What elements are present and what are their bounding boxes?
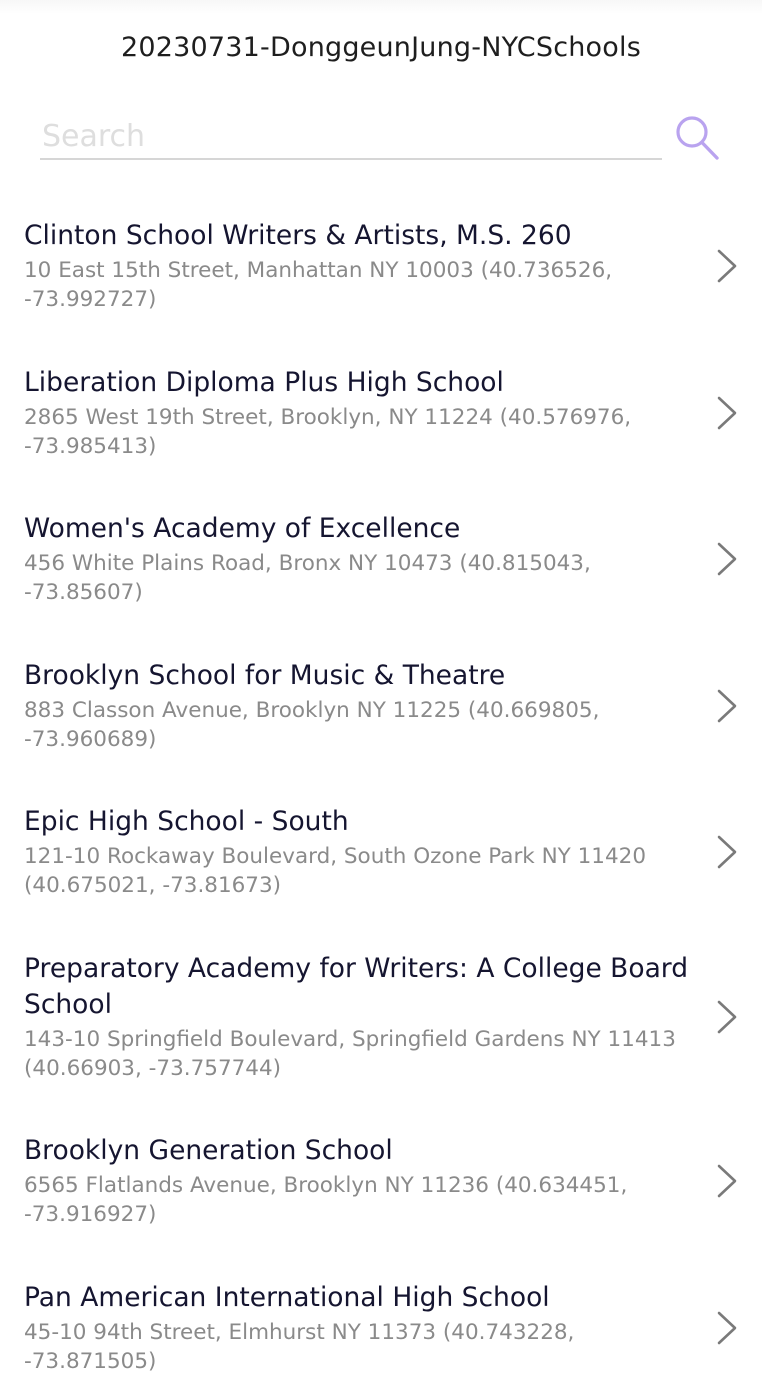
- school-list: Clinton School Writers & Artists, M.S. 2…: [0, 193, 762, 1400]
- search-icon[interactable]: [674, 114, 720, 162]
- chevron-right-icon: [717, 1164, 737, 1198]
- school-address: 2865 West 19th Street, Brooklyn, NY 1122…: [24, 404, 632, 459]
- school-item-text: Brooklyn School for Music & Theatre 883 …: [24, 658, 704, 754]
- search-bar: [0, 94, 762, 174]
- school-address: 883 Classon Avenue, Brooklyn NY 11225 (4…: [24, 697, 600, 752]
- school-item-text: Pan American International High School 4…: [24, 1280, 704, 1376]
- school-item-text: Epic High School - South 121-10 Rockaway…: [24, 804, 704, 900]
- school-item-text: Women's Academy of Excellence 456 White …: [24, 511, 704, 607]
- school-list-item[interactable]: Brooklyn School for Music & Theatre 883 …: [0, 632, 762, 779]
- school-item-text: Liberation Diploma Plus High School 2865…: [24, 365, 704, 461]
- school-name: Liberation Diploma Plus High School: [24, 366, 504, 398]
- app-title: 20230731-DonggeunJung-NYCSchools: [121, 31, 641, 63]
- school-name: Epic High School - South: [24, 806, 349, 837]
- chevron-right-icon: [717, 1000, 737, 1033]
- chevron-right-icon: [717, 542, 737, 576]
- app-screen: 20230731-DonggeunJung-NYCSchools Clinton…: [0, 0, 762, 1400]
- school-name: Preparatory Academy for Writers: A Colle…: [24, 952, 689, 1020]
- school-list-item[interactable]: Liberation Diploma Plus High School 2865…: [0, 339, 762, 486]
- school-address: 10 East 15th Street, Manhattan NY 10003 …: [24, 258, 613, 312]
- school-item-text: Preparatory Academy for Writers: A Colle…: [24, 951, 704, 1083]
- school-address: 45-10 94th Street, Elmhurst NY 11373 (40…: [24, 1319, 575, 1374]
- school-name: Brooklyn Generation School: [24, 1135, 393, 1166]
- school-list-item[interactable]: Preparatory Academy for Writers: A Colle…: [0, 925, 762, 1108]
- school-list-item[interactable]: Brooklyn Generation School 6565 Flatland…: [0, 1108, 762, 1254]
- school-list-item[interactable]: Epic High School - South 121-10 Rockaway…: [0, 779, 762, 925]
- school-address: 456 White Plains Road, Bronx NY 10473 (4…: [24, 551, 591, 605]
- school-name: Women's Academy of Excellence: [24, 513, 461, 544]
- chevron-right-icon: [717, 689, 737, 722]
- chevron-right-icon: [717, 249, 737, 283]
- school-address: 143-10 Springfield Boulevard, Springfiel…: [24, 1026, 676, 1081]
- school-list-item[interactable]: Pan American International High School 4…: [0, 1254, 762, 1400]
- chevron-right-icon: [717, 1311, 737, 1344]
- school-item-text: Brooklyn Generation School 6565 Flatland…: [24, 1133, 704, 1229]
- school-address: 6565 Flatlands Avenue, Brooklyn NY 11236…: [24, 1173, 628, 1227]
- school-name: Pan American International High School: [24, 1281, 550, 1313]
- school-address: 121-10 Rockaway Boulevard, South Ozone P…: [24, 844, 647, 898]
- chevron-right-icon: [717, 835, 737, 869]
- search-input[interactable]: [40, 114, 662, 160]
- school-item-text: Clinton School Writers & Artists, M.S. 2…: [24, 218, 704, 314]
- school-list-item[interactable]: Clinton School Writers & Artists, M.S. 2…: [0, 193, 762, 339]
- title-bar: 20230731-DonggeunJung-NYCSchools: [0, 0, 762, 94]
- school-list-item[interactable]: Women's Academy of Excellence 456 White …: [0, 486, 762, 632]
- school-name: Clinton School Writers & Artists, M.S. 2…: [24, 220, 572, 251]
- school-name: Brooklyn School for Music & Theatre: [24, 659, 506, 691]
- chevron-right-icon: [717, 396, 737, 429]
